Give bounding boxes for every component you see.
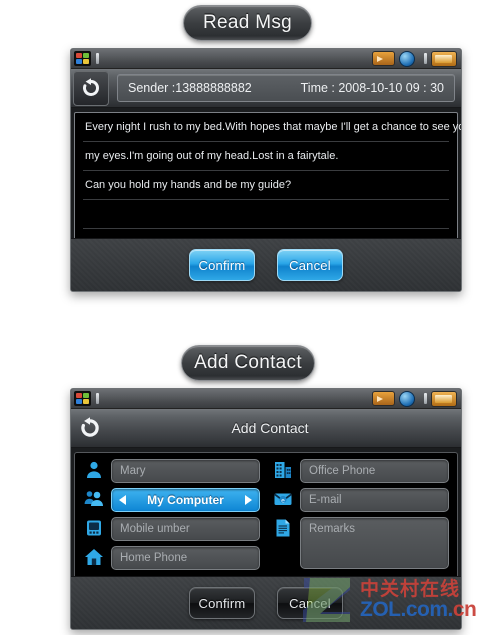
action-bar-read-msg: Confirm Cancel xyxy=(71,238,461,291)
signal-bar-icon xyxy=(96,393,99,404)
person-icon xyxy=(83,459,105,481)
signal-bar-icon xyxy=(96,53,99,64)
message-meta-plate: Sender :13888888882 Time : 2008-10-10 09… xyxy=(117,74,455,102)
back-refresh-arrow-icon[interactable] xyxy=(73,70,109,106)
mobile-phone-icon xyxy=(83,517,105,539)
windows-logo-icon[interactable] xyxy=(74,391,91,406)
group-selector[interactable]: My Computer xyxy=(111,488,260,512)
section-caption-read-msg: Read Msg xyxy=(183,5,312,41)
chevron-left-icon[interactable] xyxy=(119,495,126,505)
cancel-button[interactable]: Cancel xyxy=(277,587,343,619)
battery-icon xyxy=(431,390,457,407)
form-row-office-phone: Office Phone xyxy=(272,459,449,483)
screenshot-root: Read Msg Sender :13888888882 Time: 2008… xyxy=(0,0,500,635)
message-body[interactable]: Every night I rush to my bed.With hopes … xyxy=(74,112,461,252)
message-line: my eyes.I'm going out of my head.Lost in… xyxy=(83,142,449,171)
back-refresh-arrow-icon[interactable] xyxy=(73,411,107,445)
home-phone-input[interactable]: Home Phone xyxy=(111,546,260,570)
form-row-group: My Computer xyxy=(83,488,260,512)
globe-icon xyxy=(399,50,415,67)
message-line: Can you hold my hands and be my guide? xyxy=(83,171,449,200)
separator-tick-icon xyxy=(424,53,427,64)
title-bar-read-msg: Sender :13888888882 Time : 2008-10-10 09… xyxy=(71,69,461,108)
form-column-left: Mary My Computer Mobile umber Home Phone xyxy=(77,457,266,580)
form-row-remarks: Remarks xyxy=(272,517,449,569)
title-bar-add-contact: Add Contact xyxy=(71,409,461,448)
device-screen-add-contact: Add Contact Mary My Computer Mobile umbe… xyxy=(70,388,462,630)
office-phone-input[interactable]: Office Phone xyxy=(300,459,449,483)
section-caption-add-contact: Add Contact xyxy=(181,345,315,381)
form-row-name: Mary xyxy=(83,459,260,483)
remarks-textarea[interactable]: Remarks xyxy=(300,517,449,569)
confirm-button[interactable]: Confirm xyxy=(189,249,255,281)
group-selector-value: My Computer xyxy=(147,493,224,507)
email-icon: e xyxy=(272,488,294,510)
globe-icon xyxy=(399,390,415,407)
svg-text:e: e xyxy=(281,497,285,504)
group-icon xyxy=(83,488,105,510)
message-line: Every night I rush to my bed.With hopes … xyxy=(83,113,461,142)
page-title: Add Contact xyxy=(231,420,309,436)
status-bar xyxy=(71,49,461,69)
cancel-button[interactable]: Cancel xyxy=(277,249,343,281)
contact-form: Mary My Computer Mobile umber Home Phone… xyxy=(74,452,458,585)
action-bar-add-contact: Confirm Cancel xyxy=(71,576,461,629)
name-input[interactable]: Mary xyxy=(111,459,260,483)
remarks-document-icon xyxy=(272,517,294,539)
mobile-number-input[interactable]: Mobile umber xyxy=(111,517,260,541)
device-screen-read-msg: Sender :13888888882 Time : 2008-10-10 09… xyxy=(70,48,462,292)
connection-chip-icon xyxy=(372,51,395,66)
office-building-icon xyxy=(272,459,294,481)
home-icon xyxy=(83,546,105,568)
time-label: Time : 2008-10-10 09 : 30 xyxy=(300,81,444,95)
separator-tick-icon xyxy=(424,393,427,404)
form-row-mobile: Mobile umber xyxy=(83,517,260,541)
windows-logo-icon[interactable] xyxy=(74,51,91,66)
form-column-right: Office Phone e E-mail Remarks xyxy=(266,457,455,580)
form-row-email: e E-mail xyxy=(272,488,449,512)
status-bar xyxy=(71,389,461,409)
chevron-right-icon[interactable] xyxy=(245,495,252,505)
connection-chip-icon xyxy=(372,391,395,406)
form-row-home-phone: Home Phone xyxy=(83,546,260,570)
email-input[interactable]: E-mail xyxy=(300,488,449,512)
battery-icon xyxy=(431,50,457,67)
message-line xyxy=(83,200,449,229)
confirm-button[interactable]: Confirm xyxy=(189,587,255,619)
sender-label: Sender :13888888882 xyxy=(128,81,252,95)
